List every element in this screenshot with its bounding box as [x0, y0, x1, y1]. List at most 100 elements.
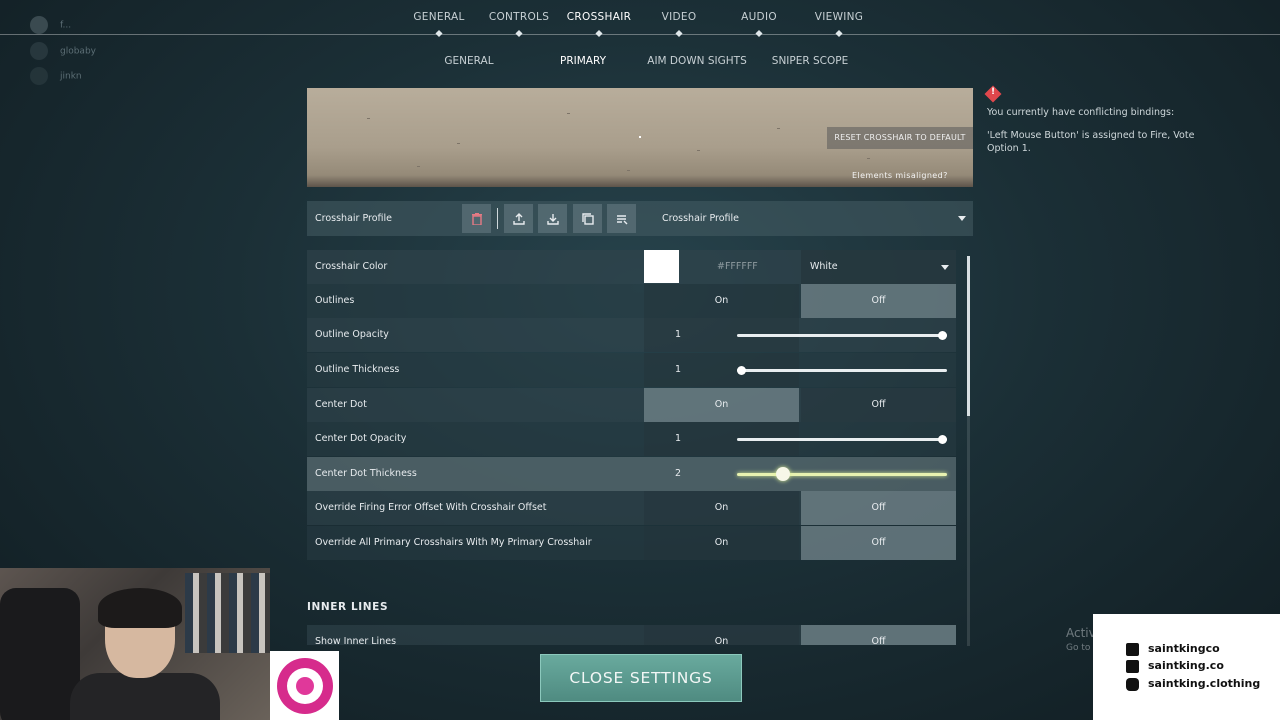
outlines-off-button[interactable]: Off	[801, 284, 956, 318]
outline-thickness-value[interactable]: 1	[675, 364, 681, 375]
avatar	[30, 67, 48, 85]
section-title-inner-lines: INNER LINES	[307, 601, 389, 613]
subtab-aim-down-sights[interactable]: AIM DOWN SIGHTS	[647, 55, 746, 67]
tab-general[interactable]: GENERAL	[413, 11, 464, 23]
setting-label: Override Firing Error Offset With Crossh…	[315, 502, 547, 513]
delete-profile-button[interactable]	[462, 204, 491, 233]
copy-profile-button[interactable]	[573, 204, 602, 233]
player-entry: globaby	[30, 42, 96, 60]
avatar	[30, 16, 48, 34]
setting-label: Outline Thickness	[315, 364, 400, 375]
social-overlay: saintkingco saintking.co saintking.cloth…	[1093, 614, 1280, 720]
profile-dropdown-value: Crosshair Profile	[662, 213, 739, 224]
tab-marker	[835, 29, 843, 38]
windows-watermark: Activ	[1066, 626, 1096, 640]
player-entry: f...	[30, 16, 71, 34]
outline-opacity-slider[interactable]	[737, 331, 947, 340]
setting-outline-thickness: Outline Thickness 1	[307, 353, 956, 387]
setting-center-dot: Center Dot On Off	[307, 388, 956, 422]
setting-label: Override All Primary Crosshairs With My …	[315, 537, 592, 548]
override-firing-on-button[interactable]: On	[644, 491, 799, 525]
slider-thumb[interactable]	[737, 366, 746, 375]
trash-icon	[471, 212, 482, 225]
social-tiktok: saintking.co	[1148, 659, 1224, 672]
crosshair-center-dot	[639, 136, 641, 138]
tab-marker	[675, 29, 683, 38]
close-settings-button[interactable]: CLOSE SETTINGS	[540, 654, 742, 702]
setting-label: Outline Opacity	[315, 329, 389, 340]
override-primary-off-button[interactable]: Off	[801, 526, 956, 560]
setting-center-dot-opacity: Center Dot Opacity 1	[307, 422, 956, 456]
setting-label: Show Inner Lines	[315, 636, 397, 645]
profile-dropdown[interactable]: Crosshair Profile	[651, 201, 973, 236]
rose-icon	[296, 677, 314, 695]
instagram-icon	[1126, 678, 1139, 691]
setting-override-firing-error: Override Firing Error Offset With Crossh…	[307, 491, 956, 525]
warning-detail: 'Left Mouse Button' is assigned to Fire,…	[987, 130, 1195, 141]
slider-thumb[interactable]	[938, 331, 947, 340]
center-dot-thickness-slider[interactable]	[737, 467, 947, 481]
clothing-rack	[185, 573, 270, 653]
slider-thumb[interactable]	[776, 467, 791, 481]
copy-icon	[581, 212, 594, 225]
color-hex-input[interactable]: #FFFFFF	[717, 261, 758, 272]
tab-viewing[interactable]: VIEWING	[815, 11, 863, 23]
override-primary-on-button[interactable]: On	[644, 526, 799, 560]
outline-opacity-value[interactable]: 1	[675, 329, 681, 340]
streamer-hair	[98, 588, 182, 628]
gaming-chair	[0, 588, 80, 720]
tab-video[interactable]: VIDEO	[662, 11, 697, 23]
player-entry: jinkn	[30, 67, 82, 85]
inner-lines-off-button[interactable]: Off	[801, 625, 956, 645]
webcam-overlay	[0, 568, 270, 720]
crosshair-profile-label: Crosshair Profile	[315, 213, 392, 224]
tab-audio[interactable]: AUDIO	[741, 11, 777, 23]
windows-watermark: Go to	[1066, 643, 1091, 653]
setting-override-primary: Override All Primary Crosshairs With My …	[307, 526, 956, 560]
center-dot-on-button[interactable]: On	[644, 388, 799, 422]
setting-show-inner-lines: Show Inner Lines On Off	[307, 625, 956, 645]
center-dot-opacity-slider[interactable]	[737, 435, 947, 444]
center-dot-thickness-value[interactable]: 2	[675, 468, 681, 479]
color-swatch[interactable]	[644, 250, 679, 283]
outline-thickness-slider[interactable]	[737, 366, 947, 375]
setting-crosshair-color: Crosshair Color #FFFFFF White	[307, 250, 956, 284]
setting-label: Center Dot	[315, 399, 367, 410]
center-dot-opacity-value[interactable]: 1	[675, 433, 681, 444]
subtab-general[interactable]: GENERAL	[444, 55, 493, 67]
exclamation-icon: !	[991, 87, 996, 97]
outlines-on-button[interactable]: On	[644, 284, 799, 318]
center-dot-off-button[interactable]: Off	[801, 388, 956, 422]
top-nav-divider	[0, 34, 1280, 35]
setting-label: Center Dot Thickness	[315, 468, 417, 479]
chevron-down-icon	[958, 216, 966, 221]
setting-outlines: Outlines On Off	[307, 284, 956, 318]
subtab-primary[interactable]: PRIMARY	[560, 55, 606, 67]
rename-profile-button[interactable]	[607, 204, 636, 233]
color-dropdown[interactable]: White	[801, 250, 956, 284]
setting-label: Crosshair Color	[315, 261, 388, 272]
settings-scrollbar-thumb[interactable]	[967, 256, 970, 416]
color-dropdown-value: White	[810, 261, 838, 272]
download-icon	[546, 213, 559, 225]
upload-icon	[512, 212, 525, 225]
tab-crosshair[interactable]: CROSSHAIR	[567, 11, 631, 23]
setting-outline-opacity: Outline Opacity 1	[307, 318, 956, 352]
warning-detail: Option 1.	[987, 143, 1031, 154]
social-instagram: saintking.clothing	[1148, 677, 1261, 690]
export-profile-button[interactable]	[504, 204, 533, 233]
tab-marker	[595, 29, 603, 38]
reset-crosshair-button[interactable]: RESET CROSSHAIR TO DEFAULT	[827, 127, 973, 149]
tab-controls[interactable]: CONTROLS	[489, 11, 549, 23]
tab-marker	[435, 29, 443, 38]
slider-thumb[interactable]	[938, 435, 947, 444]
avatar	[30, 42, 48, 60]
inner-lines-on-button[interactable]: On	[644, 625, 799, 645]
override-firing-off-button[interactable]: Off	[801, 491, 956, 525]
chevron-down-icon	[941, 265, 949, 270]
import-profile-button[interactable]	[538, 204, 567, 233]
elements-misaligned-link[interactable]: Elements misaligned?	[852, 171, 948, 180]
subtab-sniper-scope[interactable]: SNIPER SCOPE	[772, 55, 848, 67]
list-icon	[616, 214, 627, 224]
toolbar-divider	[497, 208, 498, 229]
